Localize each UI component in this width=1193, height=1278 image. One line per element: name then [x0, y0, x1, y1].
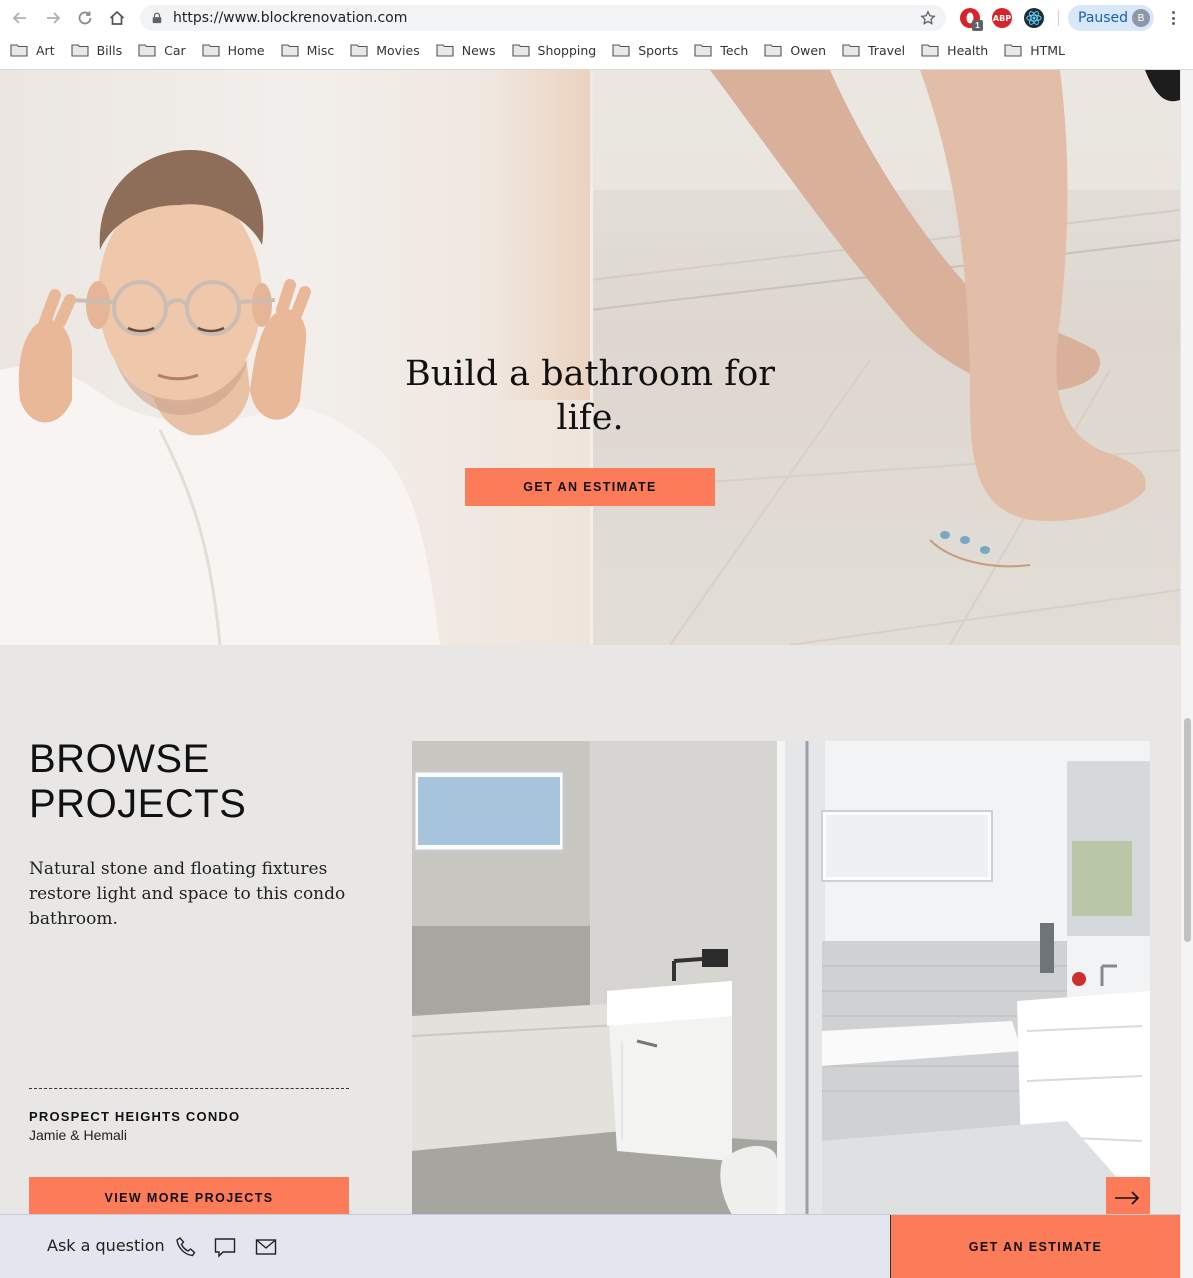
- bookmark-label: Sports: [638, 42, 679, 58]
- bookmark-label: Shopping: [537, 42, 597, 58]
- phone-icon[interactable]: [174, 1235, 198, 1259]
- arrow-right-icon[interactable]: [1106, 1177, 1150, 1219]
- bookmark-label: Travel: [868, 42, 906, 58]
- toolbar-divider: [1058, 10, 1059, 26]
- react-devtools-icon[interactable]: [1024, 8, 1044, 28]
- bookmark-label: Tech: [720, 42, 749, 58]
- avatar: B: [1132, 9, 1150, 27]
- folder-icon: [202, 44, 220, 57]
- bookmark-label: News: [461, 42, 496, 58]
- bookmark-home[interactable]: Home: [202, 38, 265, 62]
- folder-icon: [281, 44, 299, 57]
- mail-icon[interactable]: [254, 1235, 278, 1259]
- bookmark-label: Art: [36, 42, 55, 58]
- bookmark-bills[interactable]: Bills: [71, 38, 123, 62]
- bookmark-owen[interactable]: Owen: [764, 38, 826, 62]
- bookmark-label: Bills: [96, 42, 123, 58]
- bookmark-health[interactable]: Health: [921, 38, 988, 62]
- address-bar[interactable]: https://www.blockrenovation.com: [140, 5, 946, 31]
- opera-extension-icon[interactable]: 1: [960, 8, 983, 31]
- browser-chrome: https://www.blockrenovation.com 1 ABP Pa…: [0, 0, 1193, 70]
- lock-icon: [151, 11, 165, 25]
- hero-estimate-button[interactable]: GET AN ESTIMATE: [465, 468, 715, 506]
- hero-title: Build a bathroom for life.: [405, 354, 775, 438]
- back-icon[interactable]: [9, 7, 31, 29]
- bookmark-label: Movies: [376, 42, 420, 58]
- adblock-icon[interactable]: ABP: [992, 8, 1012, 28]
- bookmark-news[interactable]: News: [436, 38, 496, 62]
- chat-icon[interactable]: [213, 1235, 237, 1259]
- bookmark-travel[interactable]: Travel: [842, 38, 905, 62]
- bookmark-html[interactable]: HTML: [1004, 38, 1065, 62]
- forward-icon[interactable]: [42, 7, 64, 29]
- project-client: Jamie & Hemali: [29, 1127, 128, 1143]
- section-title: BROWSE PROJECTS: [29, 737, 247, 826]
- bookmarks-bar: Art Bills Car Home Misc Movies News Shopping Spo…: [0, 36, 1193, 64]
- folder-icon: [511, 44, 530, 57]
- profile-button[interactable]: Paused B: [1068, 5, 1154, 31]
- profile-label: Paused: [1078, 10, 1129, 26]
- star-icon[interactable]: [920, 10, 936, 26]
- scrollbar-thumb[interactable]: [1184, 718, 1191, 942]
- bookmark-art[interactable]: Art: [10, 38, 55, 62]
- sticky-contact-bar: Ask a question GET AN ESTIMATE: [0, 1214, 1180, 1278]
- bookmark-tech[interactable]: Tech: [694, 38, 748, 62]
- bookmark-label: Misc: [306, 42, 335, 58]
- bookmark-movies[interactable]: Movies: [350, 38, 420, 62]
- hero-section: Build a bathroom for life. GET AN ESTIMA…: [0, 70, 1180, 645]
- bookmark-misc[interactable]: Misc: [281, 38, 335, 62]
- project-gallery: [412, 741, 1150, 1215]
- ask-question-label: Ask a question: [47, 1236, 165, 1255]
- menu-icon[interactable]: [1166, 8, 1180, 28]
- folder-icon: [1004, 44, 1022, 57]
- project-name: PROSPECT HEIGHTS CONDO: [29, 1109, 241, 1124]
- folder-icon: [350, 44, 368, 57]
- bookmark-label: Owen: [790, 42, 826, 58]
- footer-estimate-button[interactable]: GET AN ESTIMATE: [890, 1215, 1180, 1278]
- folder-icon: [138, 44, 156, 57]
- view-more-projects-button[interactable]: VIEW MORE PROJECTS: [29, 1177, 349, 1219]
- folder-icon: [694, 44, 712, 57]
- folder-icon: [71, 44, 89, 57]
- bookmark-label: Home: [227, 42, 265, 58]
- scrollbar[interactable]: [1180, 70, 1193, 1278]
- folder-icon: [921, 44, 939, 57]
- bookmark-label: Health: [947, 42, 989, 58]
- folder-icon: [10, 44, 28, 57]
- home-icon[interactable]: [106, 7, 128, 29]
- bathroom-photos-illustration: [412, 741, 1150, 1215]
- bookmark-sports[interactable]: Sports: [612, 38, 678, 62]
- bookmark-label: HTML: [1030, 42, 1066, 58]
- extension-badge: 1: [972, 20, 983, 31]
- folder-icon: [436, 44, 454, 57]
- browser-toolbar: https://www.blockrenovation.com 1 ABP Pa…: [0, 0, 1193, 36]
- divider: [29, 1088, 349, 1089]
- bookmark-shopping[interactable]: Shopping: [511, 38, 597, 62]
- folder-icon: [842, 44, 860, 57]
- folder-icon: [764, 44, 782, 57]
- folder-icon: [612, 44, 630, 57]
- browse-projects-section: BROWSE PROJECTS Natural stone and floati…: [0, 645, 1180, 1219]
- reload-icon[interactable]: [74, 7, 96, 29]
- project-description: Natural stone and floating fixtures rest…: [29, 859, 346, 929]
- url-text: https://www.blockrenovation.com: [173, 10, 408, 26]
- bookmark-label: Car: [164, 42, 186, 58]
- bookmark-car[interactable]: Car: [138, 38, 186, 62]
